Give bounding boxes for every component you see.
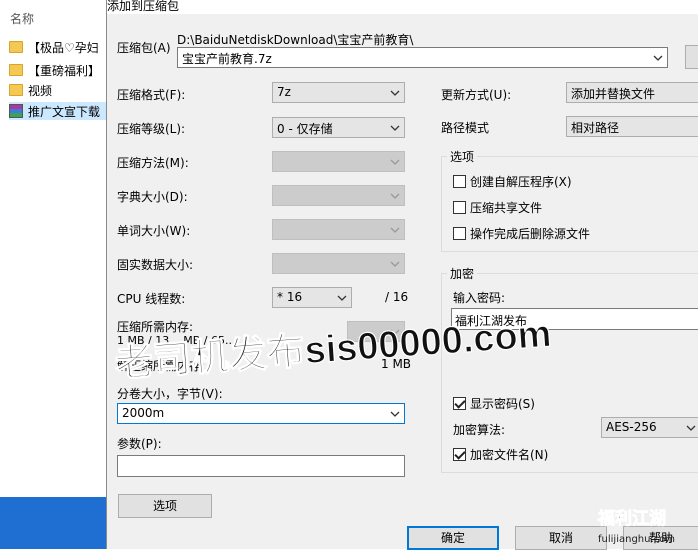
threads-value: * 16 — [277, 290, 303, 304]
threads-select[interactable]: * 16 — [272, 287, 352, 308]
delete-after-checkbox[interactable]: 操作完成后删除源文件 — [453, 225, 590, 242]
format-select[interactable]: 7z — [272, 82, 405, 103]
archive-path: D:\BaiduNetdiskDownload\宝宝产前教育\ — [177, 33, 414, 47]
sfx-label: 创建自解压程序(X) — [470, 175, 572, 189]
format-value: 7z — [277, 85, 291, 99]
shared-files-checkbox[interactable]: 压缩共享文件 — [453, 199, 542, 216]
level-value: 0 - 仅存储 — [277, 122, 333, 136]
help-button[interactable]: 帮助 — [623, 526, 698, 550]
threads-label: CPU 线程数: — [117, 292, 186, 306]
chevron-down-icon — [390, 88, 400, 98]
format-label: 压缩格式(F): — [117, 88, 186, 102]
password-input[interactable]: 福利江湖发布 — [451, 308, 698, 330]
threads-total: / 16 — [385, 290, 409, 304]
list-item[interactable]: 推广文宣下载 — [9, 102, 106, 120]
add-to-archive-dialog: 添加到压缩包 压缩包(A) D:\BaiduNetdiskDownload\宝宝… — [106, 0, 698, 550]
params-label: 参数(P): — [117, 437, 162, 451]
path-mode-label: 路径模式 — [441, 121, 490, 135]
dialog-title: 添加到压缩包 — [107, 0, 180, 13]
list-item[interactable]: 【极品♡孕妇 — [9, 38, 106, 56]
chevron-down-icon — [390, 157, 400, 167]
options-button[interactable]: 选项 — [118, 494, 212, 518]
chevron-down-icon — [337, 293, 347, 303]
sfx-checkbox[interactable]: 创建自解压程序(X) — [453, 173, 572, 190]
chevron-down-icon — [390, 225, 400, 235]
checkbox-checked — [453, 448, 466, 461]
chevron-down-icon — [390, 409, 400, 419]
volume-size-value: 2000m — [122, 406, 165, 420]
word-size-label: 单词大小(W): — [117, 224, 191, 238]
mem-compress-label: 压缩所需内存: — [117, 320, 194, 334]
archive-icon — [9, 104, 23, 118]
password-label: 输入密码: — [453, 291, 506, 305]
memory-usage-select[interactable] — [347, 321, 405, 342]
chevron-down-icon — [653, 53, 663, 63]
dict-size-label: 字典大小(D): — [117, 190, 188, 204]
checkbox-box — [453, 201, 466, 214]
chevron-down-icon — [390, 191, 400, 201]
level-select[interactable]: 0 - 仅存储 — [272, 117, 405, 138]
file-explorer: 名称 【极品♡孕妇 【重磅福利】 视频 推广文宣下载 — [0, 0, 106, 549]
list-item-label: 视频 — [28, 83, 53, 98]
chevron-down-icon — [390, 123, 400, 133]
level-label: 压缩等级(L): — [117, 122, 186, 136]
name-column-header[interactable]: 名称 — [10, 10, 34, 27]
chevron-down-icon — [686, 423, 696, 433]
show-password-label: 显示密码(S) — [470, 397, 535, 411]
mem-decompress-value: 1 MB — [381, 357, 412, 371]
archive-name-value: 宝宝产前教育.7z — [182, 52, 272, 66]
dict-size-select[interactable] — [272, 185, 405, 206]
mem-decompress-label: 解压缩所需内存: — [117, 359, 206, 373]
params-input[interactable] — [117, 455, 405, 477]
ok-button[interactable]: 确定 — [407, 526, 499, 550]
list-item[interactable]: 【重磅福利】 — [9, 61, 106, 79]
encrypt-names-label: 加密文件名(N) — [470, 448, 549, 462]
word-size-select[interactable] — [272, 219, 405, 240]
encryption-method-label: 加密算法: — [453, 423, 506, 437]
shared-files-label: 压缩共享文件 — [470, 201, 543, 215]
checkbox-box — [453, 227, 466, 240]
archive-label: 压缩包(A) — [117, 41, 171, 55]
browse-button[interactable] — [685, 45, 698, 69]
delete-after-label: 操作完成后删除源文件 — [470, 227, 591, 241]
password-value: 福利江湖发布 — [455, 314, 528, 328]
list-item-label: 【重磅福利】 — [28, 63, 101, 78]
path-mode-value: 相对路径 — [571, 121, 620, 135]
encryption-group-title: 加密 — [447, 265, 478, 282]
volume-label: 分卷大小，字节(V): — [117, 387, 223, 401]
checkbox-checked — [453, 397, 466, 410]
folder-icon — [9, 84, 23, 96]
desktop-background — [0, 497, 106, 549]
method-label: 压缩方法(M): — [117, 156, 189, 170]
chevron-down-icon — [390, 259, 400, 269]
encryption-method-value: AES-256 — [606, 420, 657, 434]
cancel-button[interactable]: 取消 — [515, 526, 607, 550]
folder-icon — [9, 41, 23, 53]
list-item[interactable]: 视频 — [9, 81, 106, 99]
list-item-label: 【极品♡孕妇 — [28, 40, 99, 55]
solid-size-select[interactable] — [272, 253, 405, 274]
solid-size-label: 固实数据大小: — [117, 258, 194, 272]
archive-name-combo[interactable]: 宝宝产前教育.7z — [177, 47, 668, 68]
encryption-method-select[interactable]: AES-256 — [601, 417, 698, 438]
volume-size-combo[interactable]: 2000m — [117, 403, 405, 424]
mem-compress-value: 1 MB / 13... MB / 65... — [117, 334, 236, 347]
options-group-title: 选项 — [447, 148, 478, 165]
encrypt-names-checkbox[interactable]: 加密文件名(N) — [453, 446, 548, 463]
chevron-down-icon — [390, 327, 400, 337]
checkbox-box — [453, 175, 466, 188]
update-mode-label: 更新方式(U): — [441, 88, 512, 102]
method-select[interactable] — [272, 151, 405, 172]
show-password-checkbox[interactable]: 显示密码(S) — [453, 395, 535, 412]
title-bar[interactable]: 添加到压缩包 — [107, 0, 698, 14]
path-mode-select[interactable]: 相对路径 — [566, 116, 698, 137]
list-item-label: 推广文宣下载 — [28, 104, 101, 119]
update-mode-value: 添加并替换文件 — [571, 87, 656, 101]
folder-icon — [9, 64, 23, 76]
update-mode-select[interactable]: 添加并替换文件 — [566, 82, 698, 103]
